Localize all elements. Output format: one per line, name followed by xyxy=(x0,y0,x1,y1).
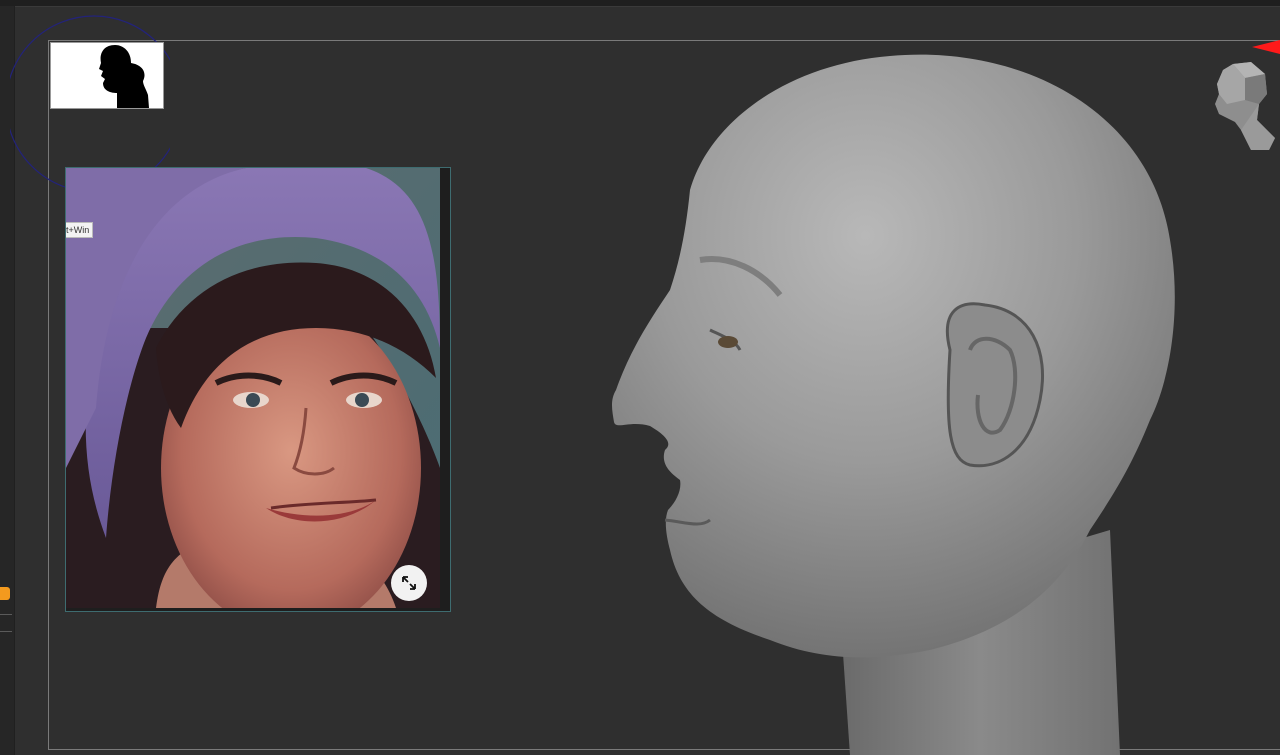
expand-button[interactable] xyxy=(391,565,427,601)
red-camera-marker-icon xyxy=(1252,40,1280,54)
top-toolbar xyxy=(0,0,1280,7)
reference-photo xyxy=(66,168,440,608)
expand-arrows-icon xyxy=(402,576,416,590)
left-divider xyxy=(0,614,12,615)
head-navigation-cube-icon[interactable] xyxy=(1205,60,1275,152)
head-silhouette-icon xyxy=(99,45,149,108)
reference-image-panel[interactable] xyxy=(65,167,451,612)
3d-head-sculpt[interactable] xyxy=(590,50,1210,755)
silhouette-thumbnail[interactable] xyxy=(50,42,164,109)
left-divider xyxy=(0,631,12,632)
shortcut-tooltip: t+Win xyxy=(66,222,94,238)
left-orange-tab[interactable] xyxy=(0,587,10,600)
